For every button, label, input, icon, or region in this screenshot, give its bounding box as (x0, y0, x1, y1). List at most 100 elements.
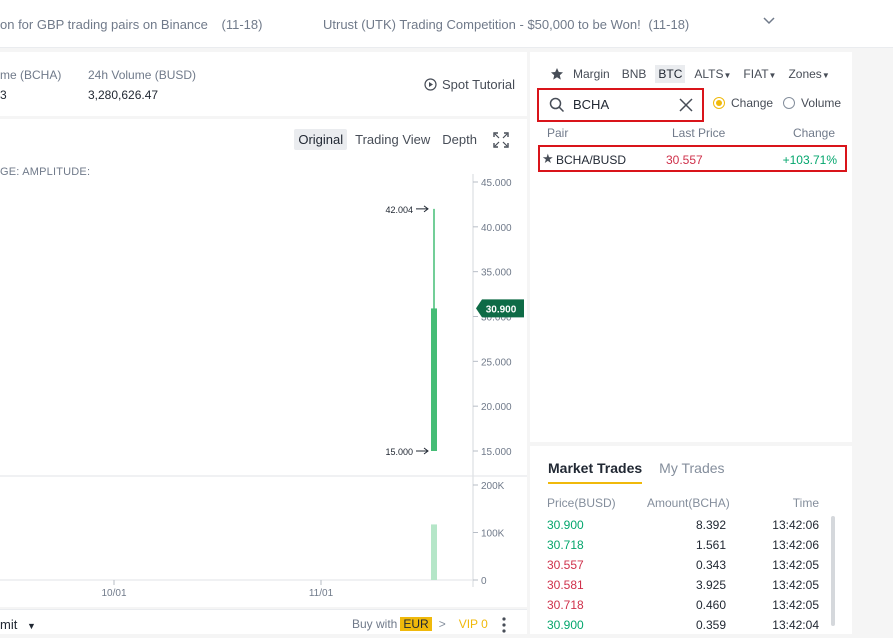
tab-bnb[interactable]: BNB (619, 65, 650, 83)
radio-change[interactable] (713, 97, 725, 109)
trade-row: 30.718 1.561 13:42:06 (530, 538, 852, 558)
tab-trading-view[interactable]: Trading View (351, 129, 434, 150)
trade-time: 13:42:04 (772, 618, 819, 632)
vip-level[interactable]: VIP 0 (459, 617, 488, 631)
radio-change-label: Change (731, 96, 774, 110)
tab-fiat[interactable]: FIAT▼ (740, 65, 779, 83)
caret-down-icon: ▼ (26, 621, 36, 631)
price-tick-label: 25.000 (481, 357, 512, 368)
trade-price: 30.900 (547, 518, 584, 532)
announcement-bar: on for GBP trading pairs on Binance (11-… (0, 0, 893, 48)
tab-label: ALTS (694, 67, 724, 81)
close-icon[interactable] (679, 98, 693, 112)
ticker-stats: me (BCHA) 3 24h Volume (BUSD) 3,280,626.… (0, 52, 527, 116)
tab-market-trades[interactable]: Market Trades (548, 460, 643, 484)
col-price: Price(BUSD) (547, 496, 616, 510)
trade-row: 30.900 8.392 13:42:06 (530, 518, 852, 538)
tab-btc[interactable]: BTC (655, 65, 686, 83)
price-tick-label: 15.000 (481, 447, 512, 458)
volume-base-label: me (BCHA) (0, 68, 62, 82)
trade-price: 30.900 (547, 618, 584, 632)
announcement-date: (11-18) (648, 17, 690, 32)
star-icon[interactable]: ★ (542, 151, 554, 167)
announcement-item[interactable]: on for GBP trading pairs on Binance (11-… (0, 17, 262, 32)
trade-amount: 1.561 (696, 538, 727, 552)
order-bar: mit ▼ Buy with EUR > VIP 0 (0, 609, 527, 634)
sort-mode-radios: Change Volume (713, 96, 841, 110)
tab-depth[interactable]: Depth (438, 129, 481, 150)
search-input[interactable] (573, 97, 673, 112)
trade-time: 13:42:06 (772, 518, 819, 532)
trade-time: 13:42:05 (772, 598, 819, 612)
col-change[interactable]: Change (793, 126, 835, 140)
tab-label: FIAT (743, 67, 769, 81)
time-tick-label: 10/01 (101, 588, 126, 599)
price-tick-label: 40.000 (481, 223, 512, 234)
pair-row[interactable]: ★ BCHA/BUSD 30.557 +103.71% (538, 145, 847, 172)
fullscreen-icon[interactable] (493, 131, 509, 148)
chevron-down-icon[interactable] (762, 14, 776, 28)
col-last-price[interactable]: Last Price (672, 126, 725, 140)
tab-margin[interactable]: Margin (570, 65, 613, 83)
trade-price: 30.718 (547, 598, 584, 612)
market-tabs: Margin BNB BTC ALTS▼ FIAT▼ Zones▼ (550, 65, 833, 83)
pair-last-price: 30.557 (666, 153, 703, 167)
col-amount: Amount(BCHA) (647, 496, 730, 510)
volume-bar[interactable] (431, 524, 437, 580)
tab-label: Margin (573, 67, 610, 81)
tab-zones[interactable]: Zones▼ (785, 65, 832, 83)
trade-time: 13:42:06 (772, 538, 819, 552)
trade-row: 30.900 0.359 13:42:04 (530, 618, 852, 638)
scrollbar[interactable] (831, 516, 835, 626)
spot-tutorial-link[interactable]: Spot Tutorial (424, 77, 515, 92)
volume-tick-label: 0 (481, 576, 487, 587)
trade-amount: 3.925 (696, 578, 727, 592)
trade-price: 30.557 (547, 558, 584, 572)
candle-body[interactable] (431, 308, 437, 451)
col-time: Time (792, 496, 819, 510)
trade-time: 13:42:05 (772, 578, 819, 592)
market-search (537, 88, 704, 122)
low-price-label: 15.000 (385, 447, 413, 457)
trade-row: 30.718 0.460 13:42:05 (530, 598, 852, 618)
star-icon[interactable] (550, 67, 564, 81)
volume-tick-label: 200K (481, 481, 505, 492)
tab-original[interactable]: Original (294, 129, 348, 150)
caret-down-icon: ▼ (821, 71, 830, 80)
price-tick-label: 35.000 (481, 268, 512, 279)
pair-name: BCHA/BUSD (556, 153, 627, 167)
spot-tutorial-label: Spot Tutorial (442, 77, 515, 92)
radio-volume[interactable] (783, 97, 796, 109)
trade-amount: 0.343 (696, 558, 727, 572)
tab-label: BNB (621, 67, 647, 81)
chevron-right-icon: > (438, 617, 446, 631)
trade-price: 30.718 (547, 538, 584, 552)
more-vertical-icon[interactable] (501, 616, 507, 634)
current-price-value: 30.900 (486, 304, 517, 315)
price-tick-label: 20.000 (481, 402, 512, 413)
order-type-select[interactable]: mit ▼ (0, 617, 36, 632)
buy-with-link[interactable]: Buy with EUR > VIP 0 (352, 617, 488, 631)
tab-alts[interactable]: ALTS▼ (691, 65, 734, 83)
announcement-text: Utrust (UTK) Trading Competition - $50,0… (323, 17, 641, 32)
announcement-date: (11-18) (221, 17, 263, 32)
volume-quote-value: 3,280,626.47 (88, 88, 159, 102)
search-icon (549, 97, 565, 113)
price-chart[interactable]: 45.00040.00035.00030.00025.00020.00015.0… (0, 119, 527, 607)
buy-with-label: Buy with (352, 617, 398, 631)
chart-panel: 45.000 40.000 35.000 30.000 25.000 20.000 15.0… (0, 119, 527, 607)
arrow-right-icon (416, 447, 429, 455)
chart-view-tabs: Original Trading View Depth (294, 129, 509, 150)
volume-base-value: 3 (0, 88, 7, 102)
announcement-item[interactable]: Utrust (UTK) Trading Competition - $50,0… (323, 17, 689, 32)
trades-panel: Market Trades My Trades Price(BUSD) Amou… (530, 446, 852, 634)
order-type-label: mit (0, 617, 18, 632)
trade-amount: 0.460 (696, 598, 727, 612)
tab-my-trades[interactable]: My Trades (659, 460, 724, 484)
tab-label: BTC (658, 67, 683, 81)
announcement-text: on for GBP trading pairs on Binance (0, 17, 208, 32)
trade-amount: 8.392 (696, 518, 727, 532)
col-pair[interactable]: Pair (547, 126, 568, 140)
arrow-right-icon (416, 205, 429, 213)
trade-price: 30.581 (547, 578, 584, 592)
